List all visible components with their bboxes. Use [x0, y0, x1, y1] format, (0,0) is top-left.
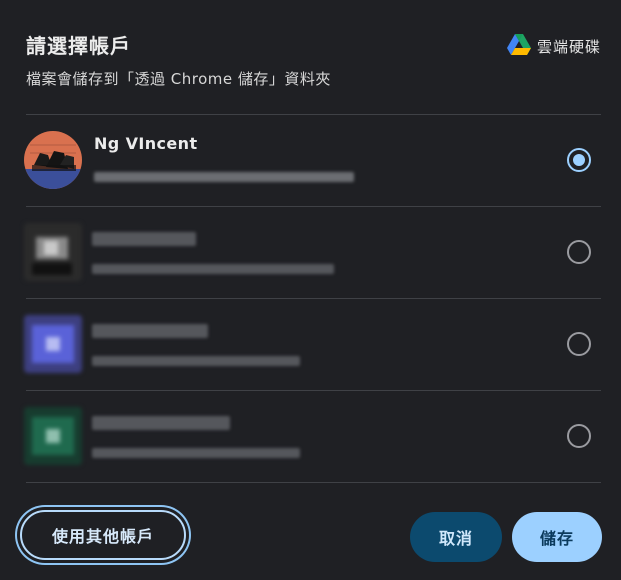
radio-button[interactable] — [567, 332, 591, 356]
account-row[interactable]: Ng VIncent — [24, 114, 601, 206]
drive-brand-name: 雲端硬碟 — [536, 38, 601, 56]
cancel-button[interactable]: 取消 — [410, 512, 502, 562]
dialog-footer: 使用其他帳戶 取消 儲存 — [20, 508, 602, 566]
radio-selected[interactable] — [567, 148, 591, 172]
google-drive-icon — [506, 34, 531, 59]
avatar — [24, 407, 82, 465]
redacted-email — [92, 264, 334, 274]
account-row[interactable] — [24, 206, 601, 298]
radio-button[interactable] — [567, 424, 591, 448]
account-row[interactable] — [24, 298, 601, 390]
drive-brand: 雲端硬碟 — [506, 34, 601, 59]
account-name: Ng VIncent — [94, 134, 198, 153]
avatar — [24, 223, 82, 281]
radio-button[interactable] — [567, 240, 591, 264]
redacted-email — [92, 356, 300, 366]
account-picker-dialog: 請選擇帳戶 檔案會儲存到「透過 Chrome 儲存」資料夾 雲端硬碟 Ng VI… — [0, 0, 621, 580]
redacted-email — [92, 448, 300, 458]
use-other-account-button[interactable]: 使用其他帳戶 — [20, 510, 186, 560]
redacted-email — [94, 172, 354, 182]
avatar — [24, 131, 82, 189]
redacted-name — [92, 232, 196, 246]
divider — [26, 482, 601, 483]
account-row[interactable] — [24, 390, 601, 482]
redacted-name — [92, 416, 230, 430]
redacted-name — [92, 324, 208, 338]
dialog-subtitle: 檔案會儲存到「透過 Chrome 儲存」資料夾 — [26, 70, 331, 88]
dialog-header: 請選擇帳戶 檔案會儲存到「透過 Chrome 儲存」資料夾 雲端硬碟 — [26, 30, 601, 88]
avatar — [24, 315, 82, 373]
save-button[interactable]: 儲存 — [512, 512, 602, 562]
